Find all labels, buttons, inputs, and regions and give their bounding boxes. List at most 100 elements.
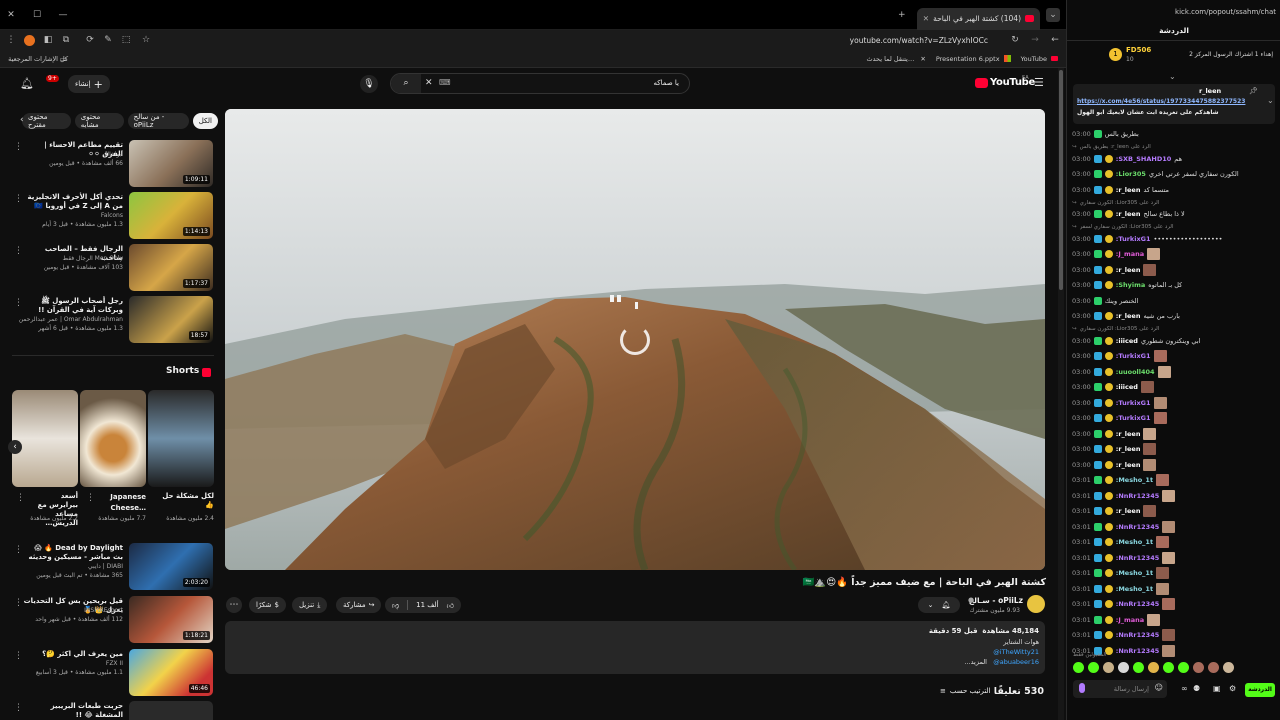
back-icon[interactable]: ←	[1048, 33, 1062, 47]
rec-thumbnail[interactable]	[129, 701, 213, 720]
chip-from-channel[interactable]: من سالح - oPiiLz	[127, 113, 189, 129]
chat-message[interactable]: 03:00 TurkixG1:	[1072, 396, 1277, 410]
bookmark-presentation[interactable]: Presentation 6.pptx	[936, 55, 1000, 63]
rec2-item-4[interactable]: ⋮ حربت طبعات البريبيز المشغلة 😂 !!	[0, 701, 215, 720]
notifications-icon[interactable]: 🔔︎	[20, 77, 34, 90]
chat-message[interactable]: 03:00 r_leen:	[1072, 442, 1277, 456]
chat-message[interactable]: 03:00 TurkixG1: ••••••••••••••••••	[1072, 232, 1277, 246]
rec-thumbnail[interactable]: 2:03:20	[129, 543, 213, 590]
chat-message[interactable]: 03:00 TurkixG1:	[1072, 411, 1277, 425]
screenshot-icon[interactable]: ⬚	[119, 33, 133, 47]
chat-message[interactable]: 03:00 SXB_SHAHD10: هم	[1072, 152, 1277, 166]
bookmark-youtube[interactable]: YouTube	[1021, 55, 1047, 63]
chat-message[interactable]: 03:00 iiiced:	[1072, 380, 1277, 394]
chat-username[interactable]: Mesho_1t:	[1116, 476, 1153, 484]
chat-message[interactable]: 03:00 r_leen:	[1072, 427, 1277, 441]
emote-5-icon[interactable]	[1133, 662, 1144, 673]
chat-message[interactable]: 03:00 TurkixG1:	[1072, 349, 1277, 363]
chat-username[interactable]: r_leen:	[1116, 186, 1141, 194]
chat-username[interactable]: NnRr12345:	[1116, 647, 1160, 655]
more-options-icon[interactable]: ⋮	[14, 194, 23, 204]
chat-message[interactable]: 03:00 r_leen:	[1072, 263, 1277, 277]
sidebar-icon[interactable]: ◧	[41, 33, 55, 47]
chat-username[interactable]: r_leen:	[1116, 461, 1141, 469]
menu-dots-icon[interactable]: ⋮	[4, 33, 18, 47]
chat-username[interactable]: iiiced:	[1116, 337, 1138, 345]
all-bookmarks-link[interactable]: كل الإشارات المرجعية	[8, 55, 68, 63]
bookmark-x-2[interactable]: يتنقل لما يحدث…	[867, 55, 915, 63]
mic-icon[interactable]	[1079, 683, 1085, 693]
chat-input[interactable]: إرسال رسالة	[1114, 685, 1149, 693]
voice-search-icon[interactable]: 🎙︎	[360, 75, 378, 93]
send-chat-button[interactable]: الدردشة	[1245, 683, 1275, 697]
chat-message[interactable]: 03:01 J_mana:	[1072, 613, 1277, 627]
close-window-icon[interactable]: ✕	[4, 8, 18, 22]
chat-message[interactable]: 03:01 Mesho_1t:	[1072, 473, 1277, 487]
emote-11-icon[interactable]	[1223, 662, 1234, 673]
video-player[interactable]	[225, 109, 1045, 570]
minimize-window-icon[interactable]: —	[56, 8, 70, 22]
chat-message[interactable]: 03:00 r_leen: بارب من شيه	[1072, 309, 1277, 323]
short-1-more-icon[interactable]: ⋮	[16, 493, 25, 503]
infinity-icon[interactable]: ∞	[1181, 684, 1188, 693]
chat-message[interactable]: 03:00 r_leen: لا ذا بطاع سالح	[1072, 207, 1277, 221]
description-box[interactable]: 48,184 مشاهدة قبل 59 دقيقة هوات الشتاير …	[225, 621, 1045, 674]
show-more-link[interactable]: ...المزيد	[964, 658, 987, 666]
chat-username[interactable]: TurkixG1:	[1116, 414, 1151, 422]
more-options-icon[interactable]: ⋮	[14, 298, 23, 308]
chat-input-box[interactable]: إرسال رسالة ☺	[1073, 680, 1167, 698]
emote-6-icon[interactable]	[1148, 662, 1159, 673]
url-text[interactable]: youtube.com/watch?v=ZLzVyxhIOCc	[850, 36, 988, 45]
pinned-chevron-icon[interactable]: ⌄	[1267, 96, 1274, 105]
chat-message[interactable]: 03:00 uuooll404:	[1072, 365, 1277, 379]
chat-username[interactable]: NnRr12345:	[1116, 523, 1160, 531]
chat-message[interactable]: 03:01 Mesho_1t:	[1072, 535, 1277, 549]
shorts-prev-icon[interactable]: ‹	[8, 440, 22, 454]
chat-username[interactable]: J_mana:	[1116, 616, 1144, 624]
chat-message[interactable]: 03:00 r_leen: متسما كد	[1072, 183, 1277, 197]
keyboard-icon[interactable]: ⌨	[439, 78, 451, 87]
rec-thumbnail[interactable]: 1:14:13	[129, 192, 213, 239]
pen-icon[interactable]: ✎	[101, 33, 115, 47]
forward-icon[interactable]: →	[1028, 33, 1042, 47]
sort-comments-button[interactable]: ≡ الترتيب حسب	[940, 687, 991, 695]
rec-item-4[interactable]: ⋮ رجل أصحاب الرسول ﷺ وبركات آية في القرآ…	[0, 296, 215, 346]
emote-10-icon[interactable]	[1208, 662, 1219, 673]
chat-message[interactable]: 03:00 r_leen:	[1072, 458, 1277, 472]
chat-message[interactable]: 03:01 NnRr12345:	[1072, 520, 1277, 534]
rec-thumbnail[interactable]: 1:09:11	[129, 140, 213, 187]
chat-username[interactable]: r_leen:	[1116, 210, 1141, 218]
bookmark-x-icon[interactable]: ✕	[920, 55, 925, 63]
chat-message[interactable]: 03:01 NnRr12345:	[1072, 551, 1277, 565]
tab-close-icon[interactable]: ✕	[923, 14, 929, 23]
description-mention-2[interactable]: @abuabeer16	[993, 658, 1039, 666]
chip-suggested[interactable]: محتوى مقترح	[22, 113, 71, 129]
chat-message[interactable]: 03:00 الخنصر وينك	[1072, 294, 1277, 308]
chat-username[interactable]: uuooll404:	[1116, 368, 1155, 376]
search-input[interactable]: يا صماكه	[653, 79, 679, 87]
chips-scroll-left-icon[interactable]: ‹	[20, 115, 24, 125]
share-button[interactable]: مشاركة ↪	[336, 597, 382, 613]
chat-username[interactable]: NnRr12345:	[1116, 554, 1160, 562]
chat-reply-context[interactable]: ↪ الرد على Lior305: الكورن سفاري لسفر	[1072, 223, 1277, 232]
short-1[interactable]	[12, 390, 78, 487]
maximize-window-icon[interactable]: ☐	[30, 8, 44, 22]
rec-thumbnail[interactable]: 1:18:21	[129, 596, 213, 643]
emote-3-icon[interactable]	[1103, 662, 1114, 673]
sync-icon[interactable]: ⟳	[83, 33, 97, 47]
like-icon[interactable]: 👍︎	[447, 601, 454, 610]
chat-message[interactable]: 03:01 Mesho_1t:	[1072, 582, 1277, 596]
chat-username[interactable]: TurkixG1:	[1116, 352, 1151, 360]
create-button[interactable]: إنشاء +	[68, 75, 110, 93]
chat-reply-context[interactable]: ↪ الرد على Lior305: الكورن سفاري	[1072, 325, 1277, 334]
chip-all[interactable]: الكل	[192, 113, 218, 129]
chat-username[interactable]: Shyima:	[1116, 281, 1146, 289]
chip-similar[interactable]: محتوى مشابه	[74, 113, 124, 129]
short-2-more-icon[interactable]: ⋮	[86, 493, 95, 503]
dislike-icon[interactable]: 👎︎	[392, 601, 399, 610]
subscribe-bell-button[interactable]: ⌄ 🔔︎	[918, 597, 960, 613]
chat-username[interactable]: r_leen:	[1116, 266, 1141, 274]
chat-username[interactable]: r_leen:	[1116, 312, 1141, 320]
more-options-icon[interactable]: ⋮	[14, 703, 23, 713]
emote-7-icon[interactable]	[1163, 662, 1174, 673]
